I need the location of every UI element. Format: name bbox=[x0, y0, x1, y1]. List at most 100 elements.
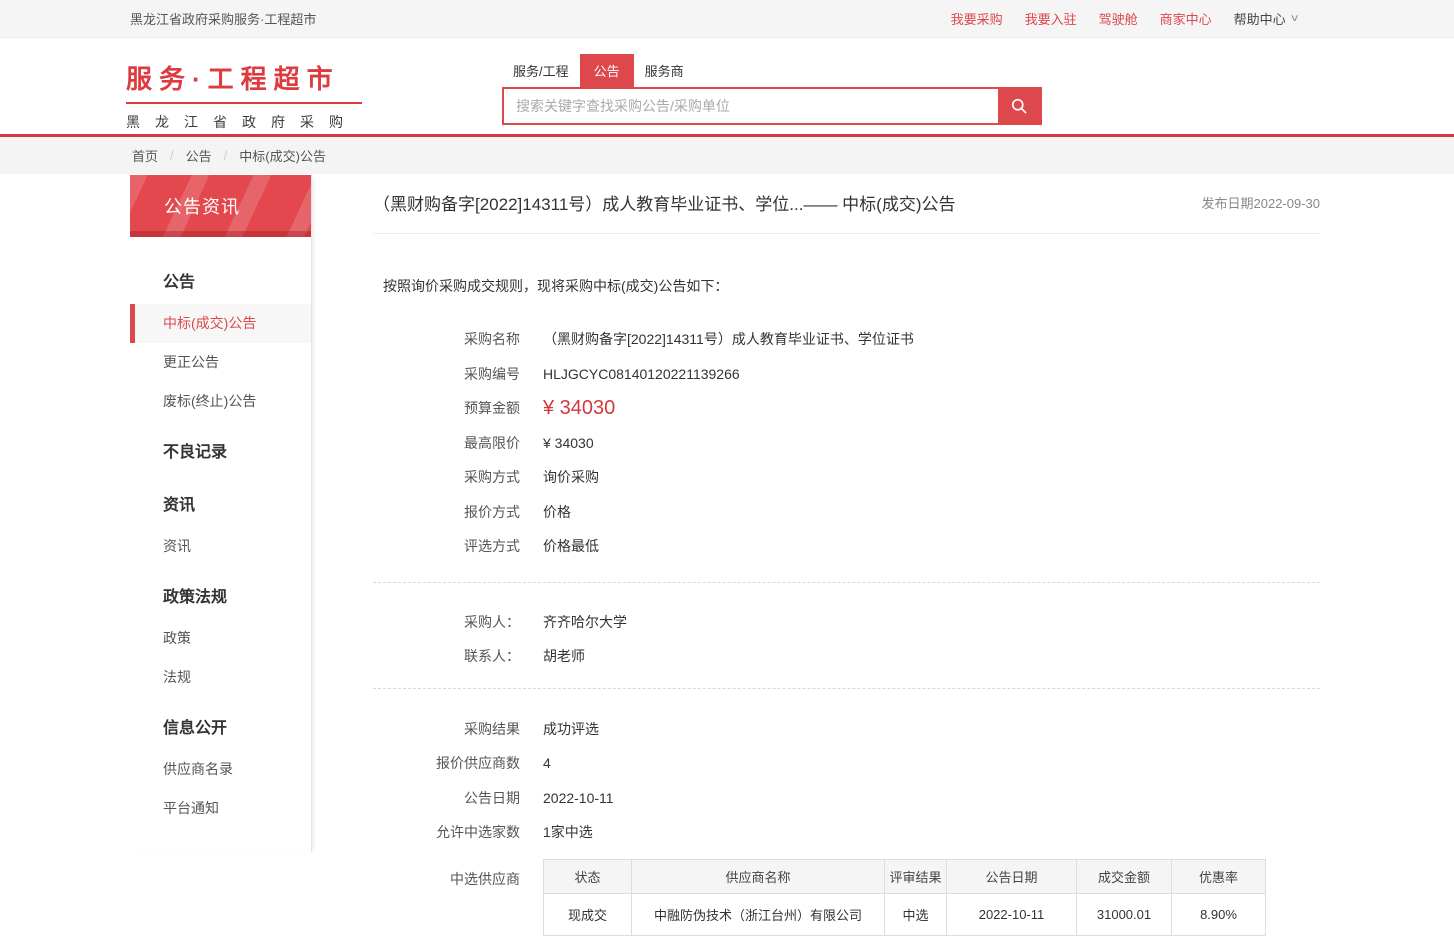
sidebar-section-header-1: 公告 bbox=[130, 251, 311, 304]
field-label: 公告日期 bbox=[373, 788, 520, 808]
article-header: （黑财购备字[2022]14311号）成人教育毕业证书、学位...—— 中标(成… bbox=[373, 174, 1320, 234]
help-center-menu[interactable]: 帮助中心 ∨ bbox=[1234, 9, 1298, 28]
sidebar-title: 公告资讯 bbox=[130, 175, 311, 237]
field-row: 采购人： 齐齐哈尔大学 bbox=[373, 605, 1320, 640]
field-value: 成功评选 bbox=[543, 719, 599, 739]
field-value: ¥ 34030 bbox=[543, 397, 615, 420]
topbar-link-2[interactable]: 我要入驻 bbox=[1025, 9, 1077, 28]
field-value: （黑财购备字[2022]14311号）成人教育毕业证书、学位证书 bbox=[543, 329, 914, 349]
sidebar-item[interactable]: 更正公告 bbox=[130, 343, 311, 382]
table-row: 现成交中融防伪技术（浙江台州）有限公司中选2022-10-1131000.018… bbox=[544, 893, 1266, 935]
breadcrumb-separator: / bbox=[224, 148, 228, 163]
logo-title: 服务·工程超市 bbox=[126, 59, 364, 96]
table-cell: 8.90% bbox=[1172, 893, 1266, 935]
field-label: 采购编号 bbox=[373, 364, 520, 384]
search-input[interactable] bbox=[504, 89, 998, 123]
field-group-procurement: 采购名称 （黑财购备字[2022]14311号）成人教育毕业证书、学位证书采购编号… bbox=[373, 322, 1320, 564]
breadcrumb-item-3[interactable]: 中标(成交)公告 bbox=[239, 146, 326, 165]
sidebar-section-header-5: 信息公开 bbox=[130, 697, 311, 750]
field-value: 价格 bbox=[543, 502, 571, 522]
field-value: 胡老师 bbox=[543, 646, 585, 666]
logo-divider bbox=[126, 102, 362, 104]
logo-subtitle: 黑龙江省政府采购 bbox=[126, 112, 364, 132]
field-value: 2022-10-11 bbox=[543, 790, 614, 806]
page-body: 公告资讯 公告中标(成交)公告更正公告废标(终止)公告不良记录资讯资讯政策法规政… bbox=[0, 174, 1454, 947]
field-row: 预算金额 ¥ 34030 bbox=[373, 391, 1320, 426]
table-cell: 中融防伪技术（浙江台州）有限公司 bbox=[632, 893, 885, 935]
topbar-link-1[interactable]: 我要采购 bbox=[951, 9, 1003, 28]
breadcrumb: 首页 / 公告 / 中标(成交)公告 bbox=[0, 137, 1454, 174]
field-value: ¥ 34030 bbox=[543, 435, 594, 451]
page-title: （黑财购备字[2022]14311号）成人教育毕业证书、学位...—— 中标(成… bbox=[373, 190, 956, 215]
field-label: 采购人： bbox=[373, 612, 520, 632]
field-label: 采购结果 bbox=[373, 719, 520, 739]
breadcrumb-item-1[interactable]: 首页 bbox=[132, 146, 158, 165]
field-value: HLJGCYC08140120221139266 bbox=[543, 366, 740, 382]
sidebar-item[interactable]: 法规 bbox=[130, 658, 311, 697]
field-label: 报价方式 bbox=[373, 502, 520, 522]
sidebar-section-header-3: 资讯 bbox=[130, 474, 311, 527]
field-label: 采购名称 bbox=[373, 329, 520, 349]
topbar: 黑龙江省政府采购服务·工程超市 我要采购 我要入驻 驾驶舱 商家中心 帮助中心 ∨ bbox=[0, 0, 1454, 38]
field-row: 评选方式 价格最低 bbox=[373, 529, 1320, 564]
sidebar-item[interactable]: 废标(终止)公告 bbox=[130, 382, 311, 421]
tab-2[interactable]: 公告 bbox=[580, 54, 634, 87]
topbar-link-4[interactable]: 商家中心 bbox=[1160, 9, 1212, 28]
table-header-row: 状态供应商名称评审结果公告日期成交金额优惠率 bbox=[544, 859, 1266, 893]
supplier-table: 状态供应商名称评审结果公告日期成交金额优惠率 现成交中融防伪技术（浙江台州）有限… bbox=[543, 859, 1266, 936]
sidebar-item[interactable]: 政策 bbox=[130, 619, 311, 658]
breadcrumb-separator: / bbox=[170, 148, 174, 163]
sidebar-item[interactable]: 平台通知 bbox=[130, 789, 311, 828]
supplier-table-block: 中选供应商 状态供应商名称评审结果公告日期成交金额优惠率 现成交中融防伪技术（浙… bbox=[373, 859, 1320, 936]
field-row: 采购结果 成功评选 bbox=[373, 712, 1320, 747]
field-label: 允许中选家数 bbox=[373, 822, 520, 842]
field-value: 4 bbox=[543, 755, 551, 771]
table-header-cell: 供应商名称 bbox=[632, 859, 885, 893]
field-row: 采购方式询价采购 bbox=[373, 460, 1320, 495]
site-name: 黑龙江省政府采购服务·工程超市 bbox=[130, 9, 316, 28]
field-row: 采购编号 HLJGCYC08140120221139266 bbox=[373, 357, 1320, 392]
field-value: 齐齐哈尔大学 bbox=[543, 612, 627, 632]
sidebar: 公告资讯 公告中标(成交)公告更正公告废标(终止)公告不良记录资讯资讯政策法规政… bbox=[130, 175, 312, 852]
field-row: 报价供应商数 4 bbox=[373, 746, 1320, 781]
table-header-cell: 优惠率 bbox=[1172, 859, 1266, 893]
supplier-table-label: 中选供应商 bbox=[373, 859, 520, 936]
sidebar-item[interactable]: 供应商名录 bbox=[130, 750, 311, 789]
field-label: 最高限价 bbox=[373, 433, 520, 453]
field-group-result: 采购结果 成功评选报价供应商数 4 公告日期 2022-10-11 允许中选家数 1家中选 bbox=[373, 712, 1320, 850]
publish-date: 发布日期2022-09-30 bbox=[1182, 193, 1321, 212]
search-tabs: 服务/工程公告服务商 bbox=[502, 54, 1042, 87]
field-group-buyer: 采购人： 齐齐哈尔大学联系人：胡老师 bbox=[373, 605, 1320, 674]
topbar-links: 我要采购 我要入驻 驾驶舱 商家中心 帮助中心 ∨ bbox=[951, 9, 1298, 28]
field-row: 报价方式 价格 bbox=[373, 495, 1320, 530]
intro-text: 按照询价采购成交规则，现将采购中标(成交)公告如下： bbox=[383, 276, 1320, 296]
site-logo[interactable]: 服务·工程超市 黑龙江省政府采购 bbox=[126, 59, 364, 132]
sidebar-nav: 公告中标(成交)公告更正公告废标(终止)公告不良记录资讯资讯政策法规政策法规信息… bbox=[130, 237, 311, 852]
sidebar-item[interactable]: 资讯 bbox=[130, 527, 311, 566]
sidebar-item[interactable]: 中标(成交)公告 bbox=[130, 304, 311, 343]
dashed-divider bbox=[373, 688, 1320, 689]
breadcrumb-item-2[interactable]: 公告 bbox=[186, 146, 212, 165]
table-cell: 中选 bbox=[885, 893, 947, 935]
dashed-divider bbox=[373, 582, 1320, 583]
table-header-cell: 状态 bbox=[544, 859, 632, 893]
field-row: 公告日期 2022-10-11 bbox=[373, 781, 1320, 816]
search-button[interactable] bbox=[998, 89, 1040, 123]
field-value: 询价采购 bbox=[543, 467, 599, 487]
field-value: 1家中选 bbox=[543, 822, 593, 842]
field-row: 采购名称 （黑财购备字[2022]14311号）成人教育毕业证书、学位证书 bbox=[373, 322, 1320, 357]
field-label: 预算金额 bbox=[373, 398, 520, 418]
tab-3[interactable]: 服务商 bbox=[634, 54, 695, 87]
field-row: 允许中选家数 1家中选 bbox=[373, 815, 1320, 850]
field-label: 评选方式 bbox=[373, 536, 520, 556]
main-content: （黑财购备字[2022]14311号）成人教育毕业证书、学位...—— 中标(成… bbox=[373, 174, 1320, 936]
field-row: 联系人：胡老师 bbox=[373, 639, 1320, 674]
topbar-link-3[interactable]: 驾驶舱 bbox=[1099, 9, 1138, 28]
field-label: 报价供应商数 bbox=[373, 753, 520, 773]
table-cell: 现成交 bbox=[544, 893, 632, 935]
tab-1[interactable]: 服务/工程 bbox=[502, 54, 580, 87]
table-header-cell: 公告日期 bbox=[947, 859, 1077, 893]
field-value: 价格最低 bbox=[543, 536, 599, 556]
table-header-cell: 成交金额 bbox=[1077, 859, 1172, 893]
search-area: 服务/工程公告服务商 bbox=[502, 54, 1042, 125]
